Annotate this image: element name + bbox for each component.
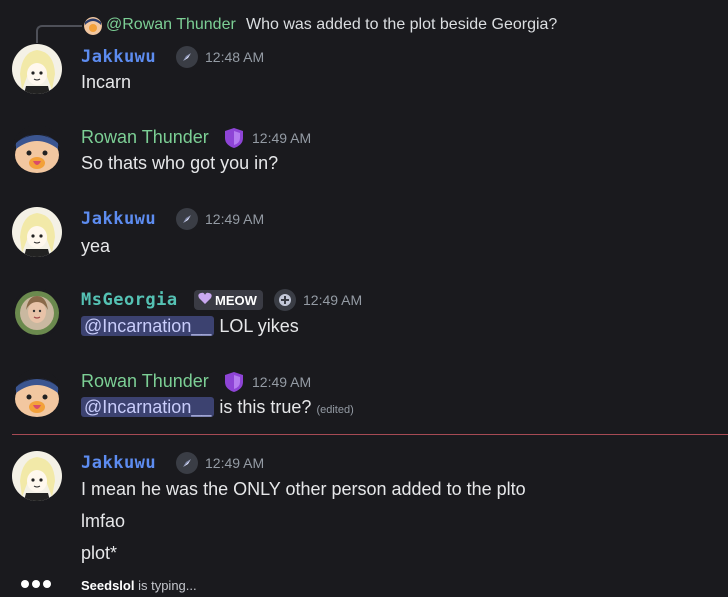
message-body: is this true? xyxy=(219,397,312,417)
author-name[interactable]: Jakkuwu xyxy=(81,453,156,473)
message-body: LOL yikes xyxy=(219,316,299,336)
new-messages-divider xyxy=(12,434,728,435)
avatar-msgeorgia[interactable] xyxy=(12,288,62,338)
shield-icon xyxy=(224,371,244,398)
server-tag-label: MEOW xyxy=(215,292,257,308)
compass-icon xyxy=(176,46,198,68)
message-text: So thats who got you in? xyxy=(81,153,279,173)
timestamp[interactable]: 12:49 AM xyxy=(303,292,362,308)
typing-dots-icon xyxy=(21,580,51,588)
message-text: @Incarnation__ LOL yikes xyxy=(81,316,299,337)
plus-circle-icon xyxy=(274,289,296,311)
message-text: @Incarnation__ is this true? (edited) xyxy=(81,397,354,418)
author-name[interactable]: MsGeorgia xyxy=(81,290,178,310)
avatar-rowan-thunder[interactable] xyxy=(12,369,62,419)
timestamp[interactable]: 12:48 AM xyxy=(205,49,264,65)
author-name[interactable]: Rowan Thunder xyxy=(81,371,209,392)
author-name[interactable]: Jakkuwu xyxy=(81,47,156,67)
timestamp[interactable]: 12:49 AM xyxy=(252,374,311,390)
timestamp[interactable]: 12:49 AM xyxy=(205,455,264,471)
timestamp[interactable]: 12:49 AM xyxy=(205,211,264,227)
shield-icon xyxy=(224,127,244,154)
avatar-jakkuwu[interactable] xyxy=(12,44,62,94)
edited-label: (edited) xyxy=(316,404,354,416)
typing-user[interactable]: Seedslol xyxy=(81,578,134,593)
reply-preview-text[interactable]: Who was added to the plot beside Georgia… xyxy=(246,16,557,34)
author-name[interactable]: Rowan Thunder xyxy=(81,127,209,148)
author-name[interactable]: Jakkuwu xyxy=(81,209,156,229)
typing-text: is typing... xyxy=(138,578,197,593)
user-mention[interactable]: @Incarnation__ xyxy=(81,397,215,417)
reply-spine xyxy=(36,25,82,43)
typing-indicator: Seedslol is typing... xyxy=(81,578,197,593)
user-mention[interactable]: @Incarnation__ xyxy=(81,316,215,336)
compass-icon xyxy=(176,452,198,474)
reply-author[interactable]: @Rowan Thunder xyxy=(106,16,236,34)
server-tag-badge[interactable]: MEOW xyxy=(194,290,263,310)
message-text: lmfao xyxy=(81,511,126,531)
message-text: yea xyxy=(81,236,111,256)
timestamp[interactable]: 12:49 AM xyxy=(252,130,311,146)
avatar-jakkuwu[interactable] xyxy=(12,451,62,501)
heart-icon xyxy=(198,292,212,308)
avatar-jakkuwu[interactable] xyxy=(12,207,62,257)
compass-icon xyxy=(176,208,198,230)
message-text: Incarn xyxy=(81,72,132,92)
message-text: plot* xyxy=(81,543,118,563)
reply-avatar[interactable] xyxy=(84,17,102,35)
avatar-rowan-thunder[interactable] xyxy=(12,125,62,175)
message-text: I mean he was the ONLY other person adde… xyxy=(81,479,526,499)
